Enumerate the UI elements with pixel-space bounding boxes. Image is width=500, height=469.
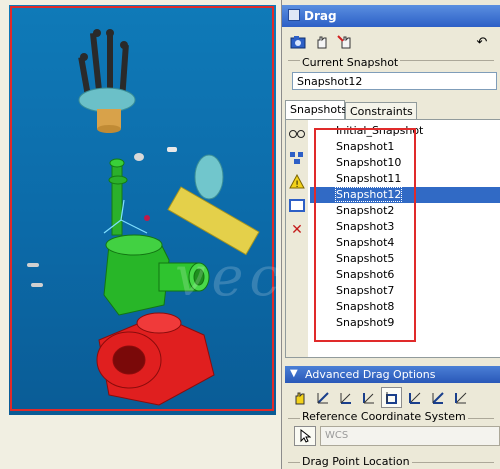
tab-snapshots[interactable]: Snapshots [285,100,347,120]
select-reference-button[interactable] [294,426,316,446]
display-icon[interactable] [289,198,305,214]
list-item[interactable]: Snapshot10 [310,155,500,171]
drag-rotate-y-icon[interactable] [427,387,448,408]
drag-mode-toolbar [285,386,500,410]
viewport-highlight-frame [10,6,274,411]
list-item[interactable]: Snapshot11 [310,171,500,187]
snapshot-side-toolbar: ! ✕ [286,120,308,357]
current-snapshot-label: Current Snapshot [300,56,401,69]
title-bar: Drag [282,5,500,27]
explode-icon[interactable] [289,150,305,166]
list-item[interactable]: Snapshot6 [310,267,500,283]
glasses-icon[interactable] [289,126,305,142]
undo-icon[interactable]: ↶ [472,32,492,52]
list-item[interactable]: Snapshot7 [310,283,500,299]
svg-text:!: ! [295,180,299,190]
camera-icon[interactable] [288,32,308,52]
list-item[interactable]: Snapshot8 [310,299,500,315]
drag-point-location-label: Drag Point Location [300,455,412,468]
list-item[interactable]: Snapshot4 [310,235,500,251]
toolbar: ↶ [282,30,500,54]
current-snapshot-field[interactable]: Snapshot12 [292,72,497,90]
list-item[interactable]: Snapshot5 [310,251,500,267]
reference-coordinate-system-label: Reference Coordinate System [300,410,468,423]
list-item[interactable]: Snapshot9 [310,315,500,331]
pointer-icon [300,429,311,443]
collapse-arrow-icon: ▼ [290,368,298,379]
drag-plane-icon[interactable] [381,387,402,408]
drag-rotate-x-icon[interactable] [404,387,425,408]
reference-coordinate-field[interactable]: WCS [320,426,500,446]
list-item[interactable]: Snapshot2 [310,203,500,219]
drag-axis-x-icon[interactable] [312,387,333,408]
list-item[interactable]: Snapshot3 [310,219,500,235]
hand-remove-icon[interactable] [336,32,356,52]
advanced-drag-options-header[interactable]: ▼ Advanced Drag Options [285,366,500,383]
tab-constraints[interactable]: Constraints [345,102,417,120]
list-item[interactable]: Initial_Snapshot [310,123,500,139]
advanced-drag-options-title: Advanced Drag Options [305,368,436,381]
window-title: Drag [304,9,337,23]
drag-rotate-z-icon[interactable] [450,387,471,408]
drag-planar-icon[interactable] [289,387,310,408]
drag-panel: Drag ↶ Current Snapshot Snapshot12 Snaps… [281,0,500,469]
model-viewport[interactable]: vecive [0,0,377,469]
window-icon [288,9,300,21]
drag-axis-y-icon[interactable] [335,387,356,408]
snapshots-tab-page: ! ✕ Initial_Snapshot Snapshot1 Snapshot1… [285,119,500,358]
hand-icon[interactable] [312,32,332,52]
list-item-selected[interactable]: Snapshot12 [310,187,500,203]
drag-axis-z-icon[interactable] [358,387,379,408]
warning-icon[interactable]: ! [289,174,305,190]
list-item[interactable]: Snapshot1 [310,139,500,155]
delete-icon[interactable]: ✕ [289,222,305,238]
